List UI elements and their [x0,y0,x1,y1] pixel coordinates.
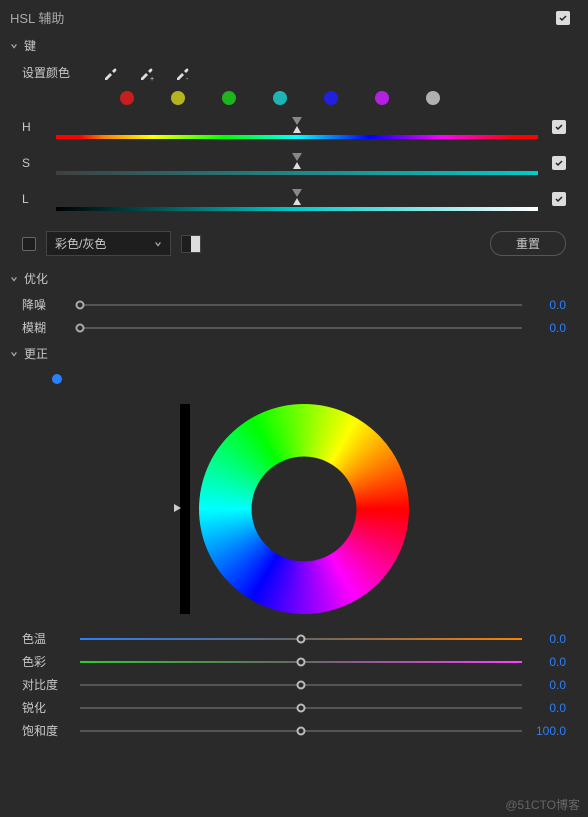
l-enable-checkbox[interactable] [552,192,566,206]
chevron-down-icon [10,42,18,50]
set-color-label: 设置颜色 [22,64,72,81]
tint-value[interactable]: 0.0 [536,655,566,669]
saturation-value[interactable]: 100.0 [536,724,566,738]
temperature-value[interactable]: 0.0 [536,632,566,646]
panel-title: HSL 辅助 [10,8,64,27]
contrast-slider[interactable] [80,684,522,686]
chevron-down-icon [154,240,162,248]
contrast-row: 对比度 0.0 [0,673,588,696]
swatch-cyan[interactable] [273,91,287,105]
color-mode-row: 彩色/灰色 重置 [0,223,588,264]
lightness-slider-row: L [22,187,566,211]
intensity-knob[interactable] [173,502,185,516]
h-label: H [22,120,42,134]
section-optimize-header[interactable]: 优化 [0,264,588,293]
chevron-down-icon [10,275,18,283]
rgb-mode-icon[interactable] [52,374,62,384]
s-label: S [22,156,42,170]
swatch-gray[interactable] [426,91,440,105]
section-optimize-label: 优化 [24,270,48,287]
denoise-value[interactable]: 0.0 [536,298,566,312]
section-key-header[interactable]: 键 [0,31,588,60]
contrast-label: 对比度 [22,676,66,693]
panel-enable-checkbox[interactable] [556,11,570,25]
temperature-row: 色温 0.0 [0,627,588,650]
color-wheel-area [0,399,588,619]
section-correct-label: 更正 [24,345,48,362]
eyedropper-minus-icon[interactable]: - [174,65,190,81]
saturation-row: 饱和度 100.0 [0,719,588,742]
section-correct-header[interactable]: 更正 [0,339,588,368]
blur-row: 模糊 0.0 [0,316,588,339]
blur-label: 模糊 [22,319,66,336]
reset-button[interactable]: 重置 [490,231,566,256]
color-mode-value: 彩色/灰色 [55,235,106,252]
tint-label: 色彩 [22,653,66,670]
swatch-red[interactable] [120,91,134,105]
l-label: L [22,192,42,206]
tint-row: 色彩 0.0 [0,650,588,673]
watermark: @51CTO博客 [505,796,580,813]
color-mode-dropdown[interactable]: 彩色/灰色 [46,231,171,256]
temperature-label: 色温 [22,630,66,647]
denoise-row: 降噪 0.0 [0,293,588,316]
blur-value[interactable]: 0.0 [536,321,566,335]
denoise-label: 降噪 [22,296,66,313]
eyedropper-icon[interactable] [102,65,118,81]
color-swatches [0,85,588,115]
h-enable-checkbox[interactable] [552,120,566,134]
contrast-value[interactable]: 0.0 [536,678,566,692]
svg-text:+: + [150,76,154,81]
section-key-label: 键 [24,37,36,54]
eyedropper-plus-icon[interactable]: + [138,65,154,81]
swatch-magenta[interactable] [375,91,389,105]
hue-slider-row: H [22,115,566,139]
saturation-slider-row: S [22,151,566,175]
hue-slider[interactable] [56,115,538,139]
s-enable-checkbox[interactable] [552,156,566,170]
saturation-slider[interactable] [56,151,538,175]
color-wheel[interactable] [199,404,409,614]
chevron-down-icon [10,350,18,358]
sharpen-slider[interactable] [80,707,522,709]
temperature-slider[interactable] [80,638,522,640]
lightness-slider[interactable] [56,187,538,211]
swatch-blue[interactable] [324,91,338,105]
swatch-yellow[interactable] [171,91,185,105]
saturation-label: 饱和度 [22,722,66,739]
correct-mode-icons [0,368,588,394]
mask-toggle[interactable] [181,235,201,253]
denoise-slider[interactable] [80,297,522,313]
tint-slider[interactable] [80,661,522,663]
svg-text:-: - [186,76,189,81]
panel-header: HSL 辅助 [0,0,588,31]
swatch-green[interactable] [222,91,236,105]
set-color-row: 设置颜色 + - [0,60,588,85]
blur-slider[interactable] [80,320,522,336]
color-mode-checkbox[interactable] [22,237,36,251]
sharpen-row: 锐化 0.0 [0,696,588,719]
sharpen-label: 锐化 [22,699,66,716]
saturation-slider[interactable] [80,730,522,732]
sharpen-value[interactable]: 0.0 [536,701,566,715]
